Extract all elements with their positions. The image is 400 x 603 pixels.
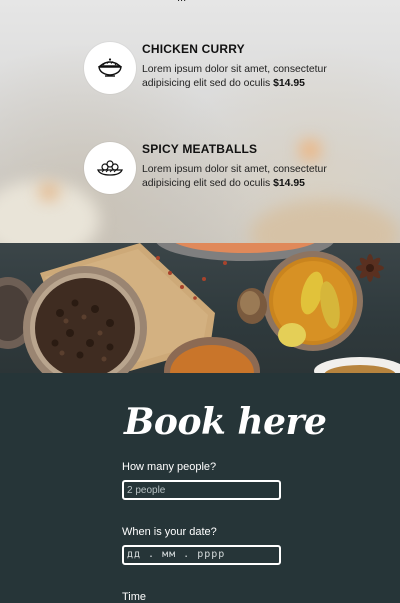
- time-label: Time: [122, 591, 147, 603]
- spices-illustration: [0, 243, 400, 373]
- menu-item-description: Lorem ipsum dolor sit amet, consectetur …: [142, 63, 332, 90]
- menu-item-description: Lorem ipsum dolor sit amet, consectetur …: [142, 163, 332, 190]
- menu-item-price: $14.95: [273, 177, 305, 189]
- background-blur: [300, 140, 320, 160]
- menu-section: ... CHICKEN CURRY Lorem ipsum dolor sit …: [0, 0, 400, 243]
- background-blur: [250, 200, 400, 243]
- curry-bowl-icon: [84, 42, 136, 94]
- menu-item-price: $14.95: [273, 77, 305, 89]
- people-label: How many people?: [122, 461, 217, 473]
- meatballs-plate-icon: [84, 142, 136, 194]
- booking-section: Book here How many people? When is your …: [0, 373, 400, 603]
- booking-title: Book here: [124, 401, 327, 443]
- background-blur: [40, 185, 58, 199]
- menu-item-title: CHICKEN CURRY: [142, 42, 245, 56]
- date-input-mask: дд . мм . рррр: [127, 549, 226, 560]
- date-input[interactable]: дд . мм . рррр: [122, 545, 281, 565]
- people-input[interactable]: [122, 480, 281, 500]
- menu-item-title: SPICY MEATBALLS: [142, 142, 258, 156]
- spices-photo: [0, 243, 400, 373]
- date-label: When is your date?: [122, 526, 217, 538]
- menu-cut-off-text: ...: [177, 0, 205, 4]
